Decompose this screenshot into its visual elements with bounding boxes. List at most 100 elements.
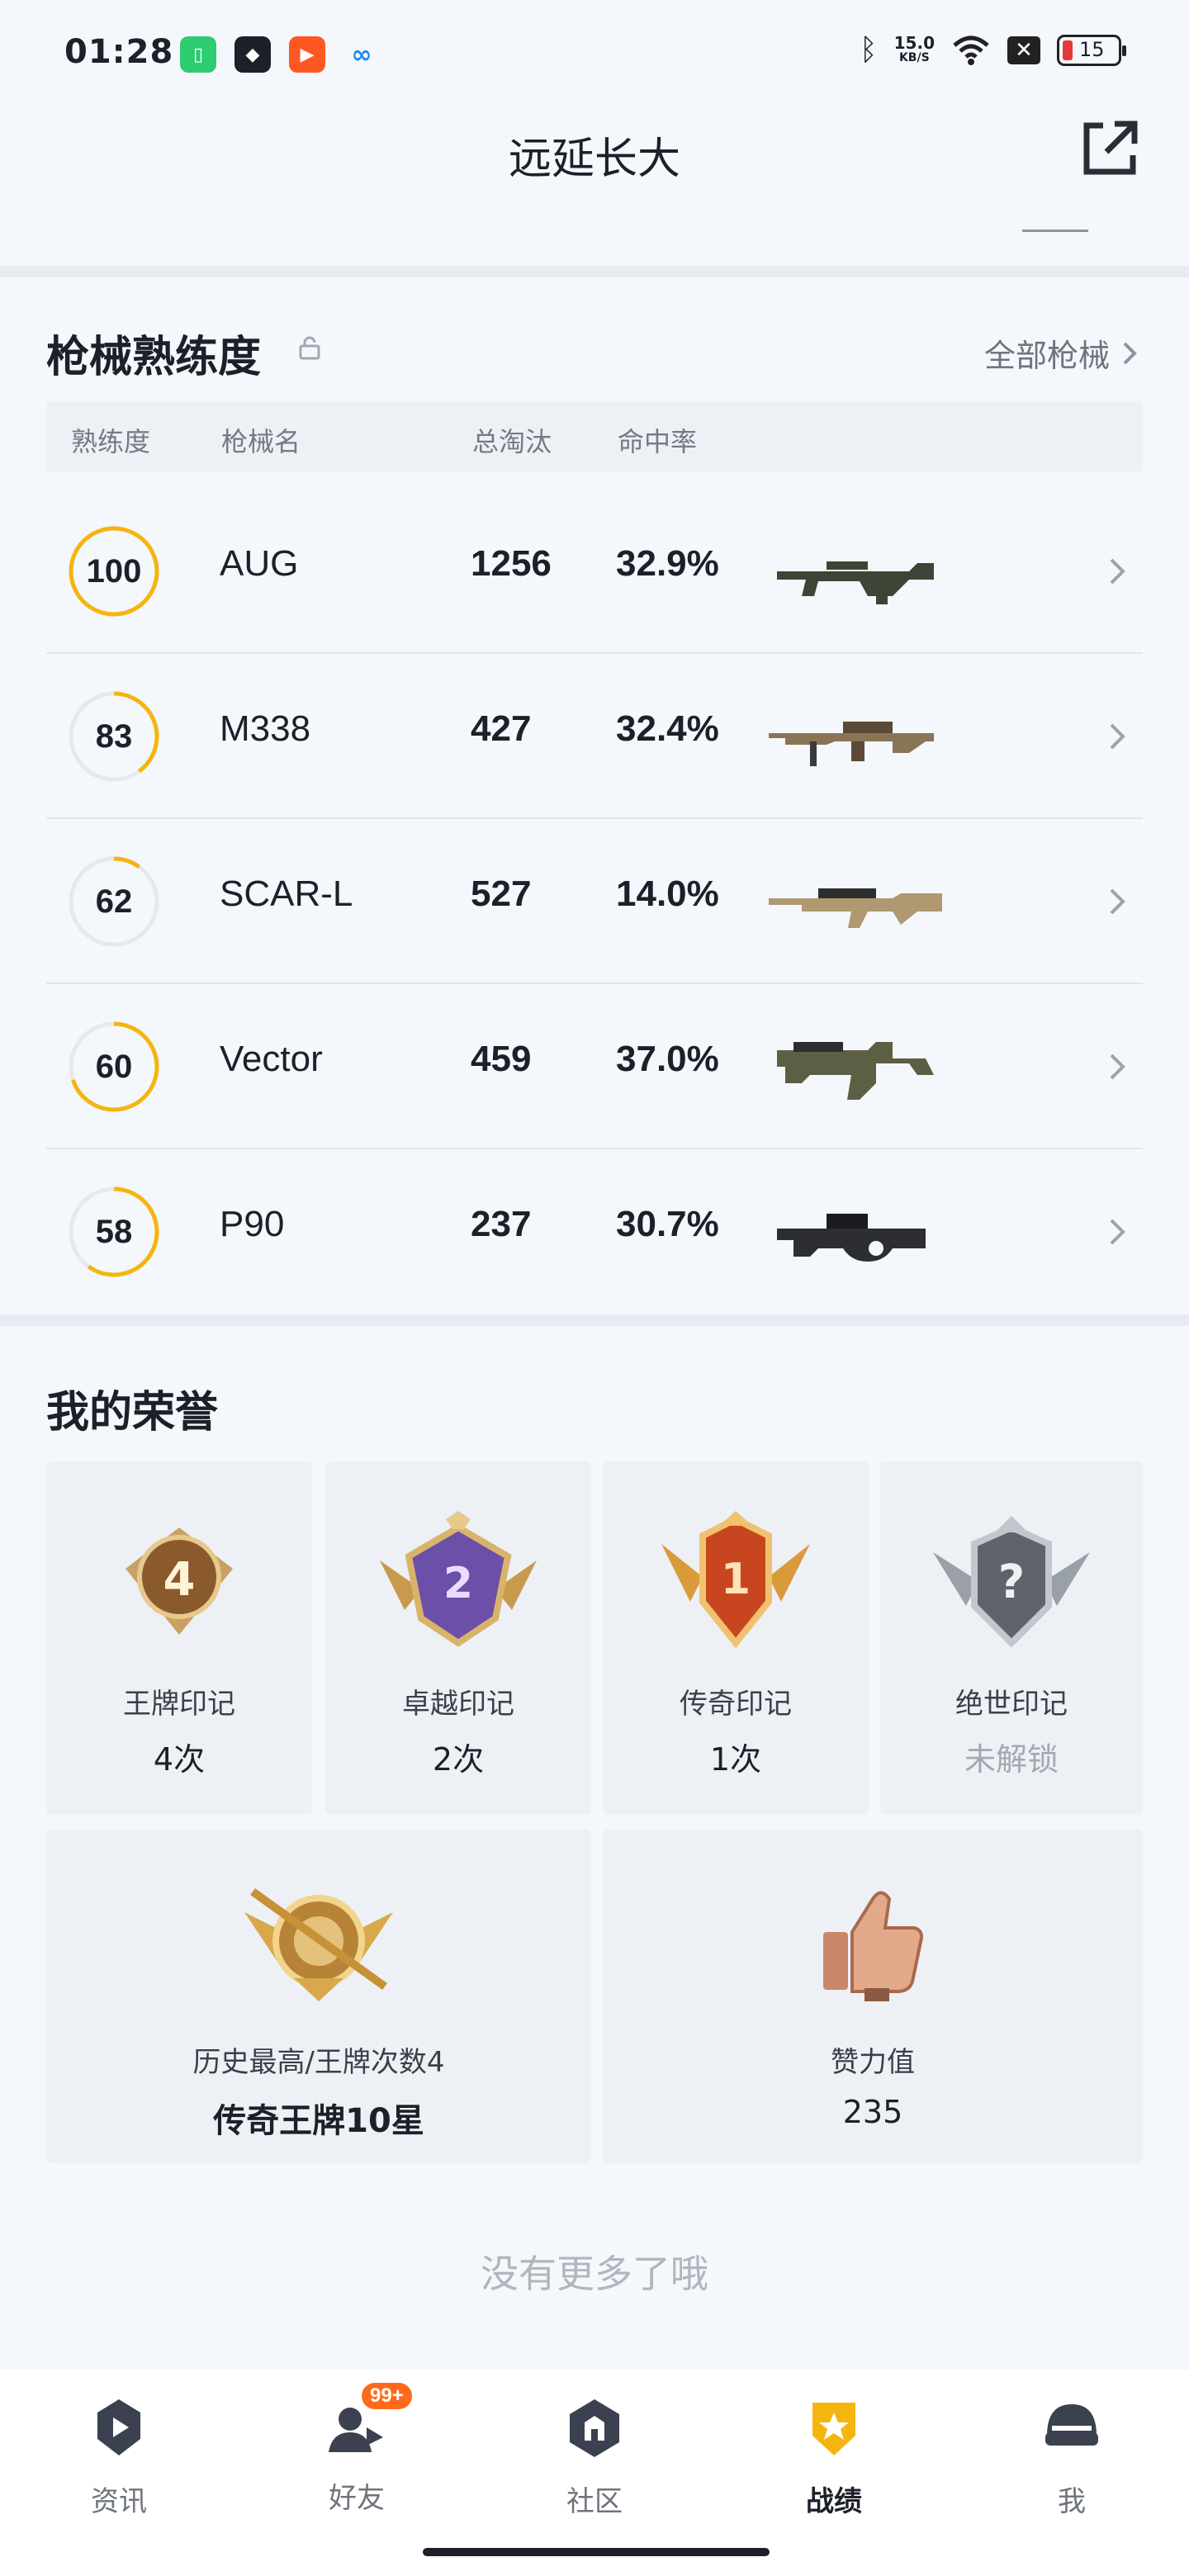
honor-card-highest-rank[interactable]: 历史最高/王牌次数4 传奇王牌10星 <box>46 1830 591 2163</box>
nav-label: 好友 <box>329 2482 385 2515</box>
home-indicator[interactable] <box>423 2548 770 2556</box>
legend-mark-digit: 1 <box>721 1555 751 1604</box>
honor-value: 4次 <box>153 1741 206 1778</box>
proficiency-level: 58 <box>95 1213 133 1250</box>
honor-label: 王牌印记 <box>123 1688 235 1721</box>
honors-section-title: 我的荣誉 <box>46 1388 219 1437</box>
scar-l-rifle-icon <box>769 888 942 928</box>
status-app-icons: ▯ ◆ ▶ ∞ <box>180 36 380 73</box>
battery-level: 15 <box>1079 37 1105 61</box>
cloud-app-icon: ∞ <box>351 40 372 69</box>
weapon-hit-rate: 30.7% <box>616 1204 719 1244</box>
nav-item-record[interactable]: 战绩 <box>751 2394 917 2519</box>
weapon-name: P90 <box>220 1204 285 1244</box>
bluetooth-icon: ᛒ <box>860 33 878 67</box>
weapon-row[interactable]: 62 SCAR-L 527 14.0% <box>46 819 1143 984</box>
close-box-icon: ✕ <box>1007 36 1040 64</box>
weapon-kills: 1256 <box>471 543 552 584</box>
section-divider <box>0 266 1189 277</box>
proficiency-ring: 60 <box>66 1019 162 1115</box>
nav-item-friends[interactable]: 99+ 好友 <box>274 2383 439 2516</box>
weapon-kills: 427 <box>471 708 532 749</box>
video-app-icon: ▶ <box>289 36 325 73</box>
news-icon <box>97 2399 140 2455</box>
weapon-row[interactable]: 58 P90 237 30.7% <box>46 1149 1143 1314</box>
status-bar: 01:28 ▯ ◆ ▶ ∞ ᛒ 15.0 KB/S ✕ 15 <box>0 0 1189 99</box>
proficiency-level: 83 <box>95 717 133 755</box>
proficiency-level: 60 <box>95 1048 133 1085</box>
likes-value: 235 <box>842 2094 903 2130</box>
weapon-section-title: 枪械熟练度 <box>46 333 262 382</box>
proficiency-level: 100 <box>86 552 142 590</box>
vector-smg-icon <box>777 1042 934 1100</box>
honor-label: 卓越印记 <box>402 1688 514 1721</box>
section-divider <box>0 1314 1189 1326</box>
weapon-row[interactable]: 60 Vector 459 37.0% <box>46 984 1143 1149</box>
weapon-name: SCAR-L <box>220 874 353 914</box>
honor-card-peerless[interactable]: ? 绝世印记 未解锁 <box>880 1461 1143 1815</box>
legend-mark-icon: 1 <box>661 1511 810 1649</box>
bottom-nav: 资讯 99+ 好友 社区 战绩 我 <box>0 2370 1189 2576</box>
excellent-mark-digit: 2 <box>443 1559 473 1608</box>
honor-card-likes[interactable]: 赞力值 235 <box>603 1830 1143 2163</box>
all-weapons-label: 全部枪械 <box>983 338 1110 374</box>
m338-lmg-icon <box>769 722 934 766</box>
status-time: 01:28 <box>64 33 174 71</box>
weapon-hit-rate: 14.0% <box>616 874 719 914</box>
chevron-right-icon <box>1110 723 1125 750</box>
honor-value: 2次 <box>432 1741 485 1778</box>
honor-card-excellent[interactable]: 2 卓越印记 2次 <box>325 1461 591 1815</box>
nav-label: 资讯 <box>91 2485 147 2518</box>
network-speed-value: 15.0 <box>893 32 935 53</box>
network-speed-unit: KB/S <box>898 50 930 64</box>
nav-label: 战绩 <box>806 2485 862 2518</box>
nav-label: 我 <box>1058 2485 1086 2518</box>
honor-value-locked: 未解锁 <box>964 1741 1059 1778</box>
weapon-hit-rate: 37.0% <box>616 1039 719 1079</box>
weapon-kills: 459 <box>471 1039 532 1079</box>
honor-card-legend[interactable]: 1 传奇印记 1次 <box>603 1461 869 1815</box>
honor-card-ace[interactable]: 4 王牌印记 4次 <box>46 1461 312 1815</box>
ace-mark-icon: 4 <box>126 1527 233 1635</box>
nav-item-news[interactable]: 资讯 <box>36 2394 201 2519</box>
record-icon <box>812 2403 855 2455</box>
share-external-icon[interactable] <box>1078 117 1141 180</box>
community-icon <box>570 2399 619 2457</box>
weapon-kills: 237 <box>471 1204 532 1244</box>
col-weapon-name: 枪械名 <box>221 426 301 457</box>
weapon-hit-rate: 32.9% <box>616 543 719 584</box>
chevron-right-icon <box>1110 558 1125 585</box>
ace-mark-digit: 4 <box>163 1553 196 1607</box>
col-proficiency: 熟练度 <box>71 426 151 457</box>
weapon-row[interactable]: 83 M338 427 32.4% <box>46 654 1143 819</box>
p90-smg-icon <box>777 1214 926 1262</box>
peerless-mark-digit: ? <box>998 1556 1025 1609</box>
all-weapons-link[interactable]: 全部枪械 <box>984 330 1138 376</box>
likes-label: 赞力值 <box>831 2046 915 2079</box>
proficiency-ring: 58 <box>66 1184 162 1280</box>
battery-saver-app-icon: ▯ <box>180 36 216 73</box>
weapon-row[interactable]: 100 AUG 1256 32.9% <box>46 489 1143 654</box>
tab-indicator <box>1022 230 1088 232</box>
weapon-hit-rate: 32.4% <box>616 708 719 749</box>
weapon-kills: 527 <box>471 874 532 914</box>
me-helmet-icon <box>1045 2404 1098 2446</box>
weapon-name: AUG <box>220 543 299 584</box>
honor-value: 1次 <box>709 1741 762 1778</box>
network-speed: 15.0 KB/S <box>893 32 935 65</box>
lock-icon <box>299 336 320 360</box>
shield-app-icon: ◆ <box>234 36 271 73</box>
honor-label: 绝世印记 <box>955 1688 1068 1721</box>
thumbs-up-icon <box>823 1891 923 2001</box>
weapon-table-header: 熟练度 枪械名 总淘汰 命中率 <box>46 401 1143 472</box>
col-total-kills: 总淘汰 <box>472 426 552 457</box>
excellent-mark-icon: 2 <box>380 1511 537 1647</box>
battery-icon: 15 <box>1057 34 1126 66</box>
chevron-right-icon <box>1123 342 1137 364</box>
nav-item-me[interactable]: 我 <box>989 2394 1154 2519</box>
friends-count-badge: 99+ <box>362 2383 412 2409</box>
friends-icon-wrap: 99+ <box>324 2383 412 2460</box>
nav-item-community[interactable]: 社区 <box>512 2394 677 2519</box>
chevron-right-icon <box>1110 888 1125 915</box>
honor-label: 传奇印记 <box>680 1688 792 1721</box>
